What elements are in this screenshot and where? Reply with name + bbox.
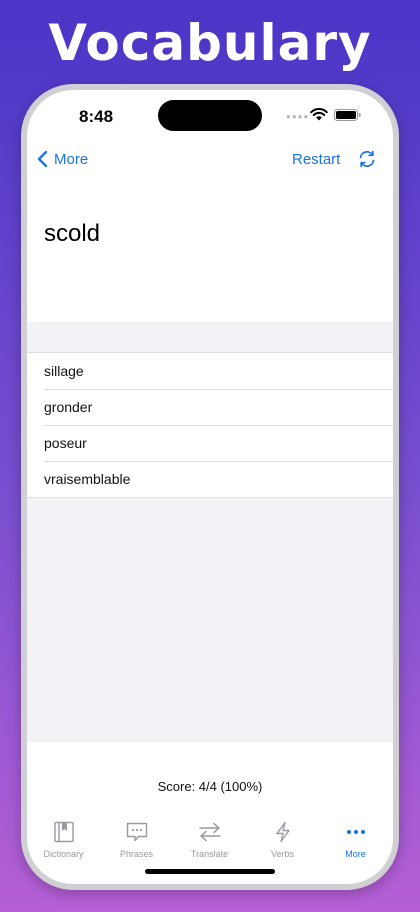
refresh-icon[interactable] xyxy=(357,149,377,169)
tab-verbs[interactable]: Verbs xyxy=(246,820,319,862)
promo-title: Vocabulary xyxy=(48,14,372,72)
back-button-label: More xyxy=(54,150,89,168)
answer-option[interactable]: sillage xyxy=(27,353,393,389)
status-bar: 8:48 ●●●● xyxy=(27,90,393,140)
tab-translate[interactable]: Translate xyxy=(173,820,246,862)
answer-option[interactable]: poseur xyxy=(27,425,393,461)
more-dots-icon xyxy=(346,830,365,834)
device-frame: 8:48 ●●●● More Restart scold sillage gro… xyxy=(21,84,399,890)
navigation-bar: More Restart xyxy=(27,142,393,176)
book-icon xyxy=(53,821,74,843)
back-button[interactable]: More xyxy=(37,146,88,172)
tab-label: Translate xyxy=(190,849,229,859)
tab-dictionary[interactable]: Dictionary xyxy=(27,820,100,862)
tab-phrases[interactable]: Phrases xyxy=(100,820,173,862)
battery-icon xyxy=(334,109,361,121)
app-screen: 8:48 ●●●● More Restart scold sillage gro… xyxy=(27,90,393,884)
answer-option[interactable]: gronder xyxy=(27,389,393,425)
dynamic-island xyxy=(158,100,262,131)
tab-label: More xyxy=(345,849,366,859)
cellular-signal-icon: ●●●● xyxy=(286,112,310,121)
chevron-left-icon xyxy=(37,150,48,168)
tab-label: Dictionary xyxy=(43,849,84,859)
answer-option-label: poseur xyxy=(44,435,87,451)
answer-option-label: vraisemblable xyxy=(44,471,131,487)
answer-options-list: sillage gronder poseur vraisemblable xyxy=(27,352,393,498)
restart-button[interactable]: Restart xyxy=(292,151,340,168)
status-time: 8:48 xyxy=(79,107,114,126)
score-panel: Score: 4/4 (100%) xyxy=(27,742,393,810)
tab-more[interactable]: More xyxy=(319,820,392,862)
tab-label: Verbs xyxy=(270,849,294,859)
quiz-word-panel: scold xyxy=(27,176,393,322)
answer-option-label: sillage xyxy=(44,363,84,379)
swap-arrows-icon xyxy=(198,822,221,842)
tab-label: Phrases xyxy=(119,849,154,859)
lightning-icon xyxy=(275,821,290,843)
quiz-word: scold xyxy=(44,220,101,247)
home-indicator xyxy=(145,869,275,874)
wifi-icon xyxy=(310,108,328,121)
chat-bubble-icon xyxy=(126,822,147,842)
score-text: Score: 4/4 (100%) xyxy=(157,779,263,794)
answer-option[interactable]: vraisemblable xyxy=(27,461,393,497)
answer-option-label: gronder xyxy=(44,399,93,415)
